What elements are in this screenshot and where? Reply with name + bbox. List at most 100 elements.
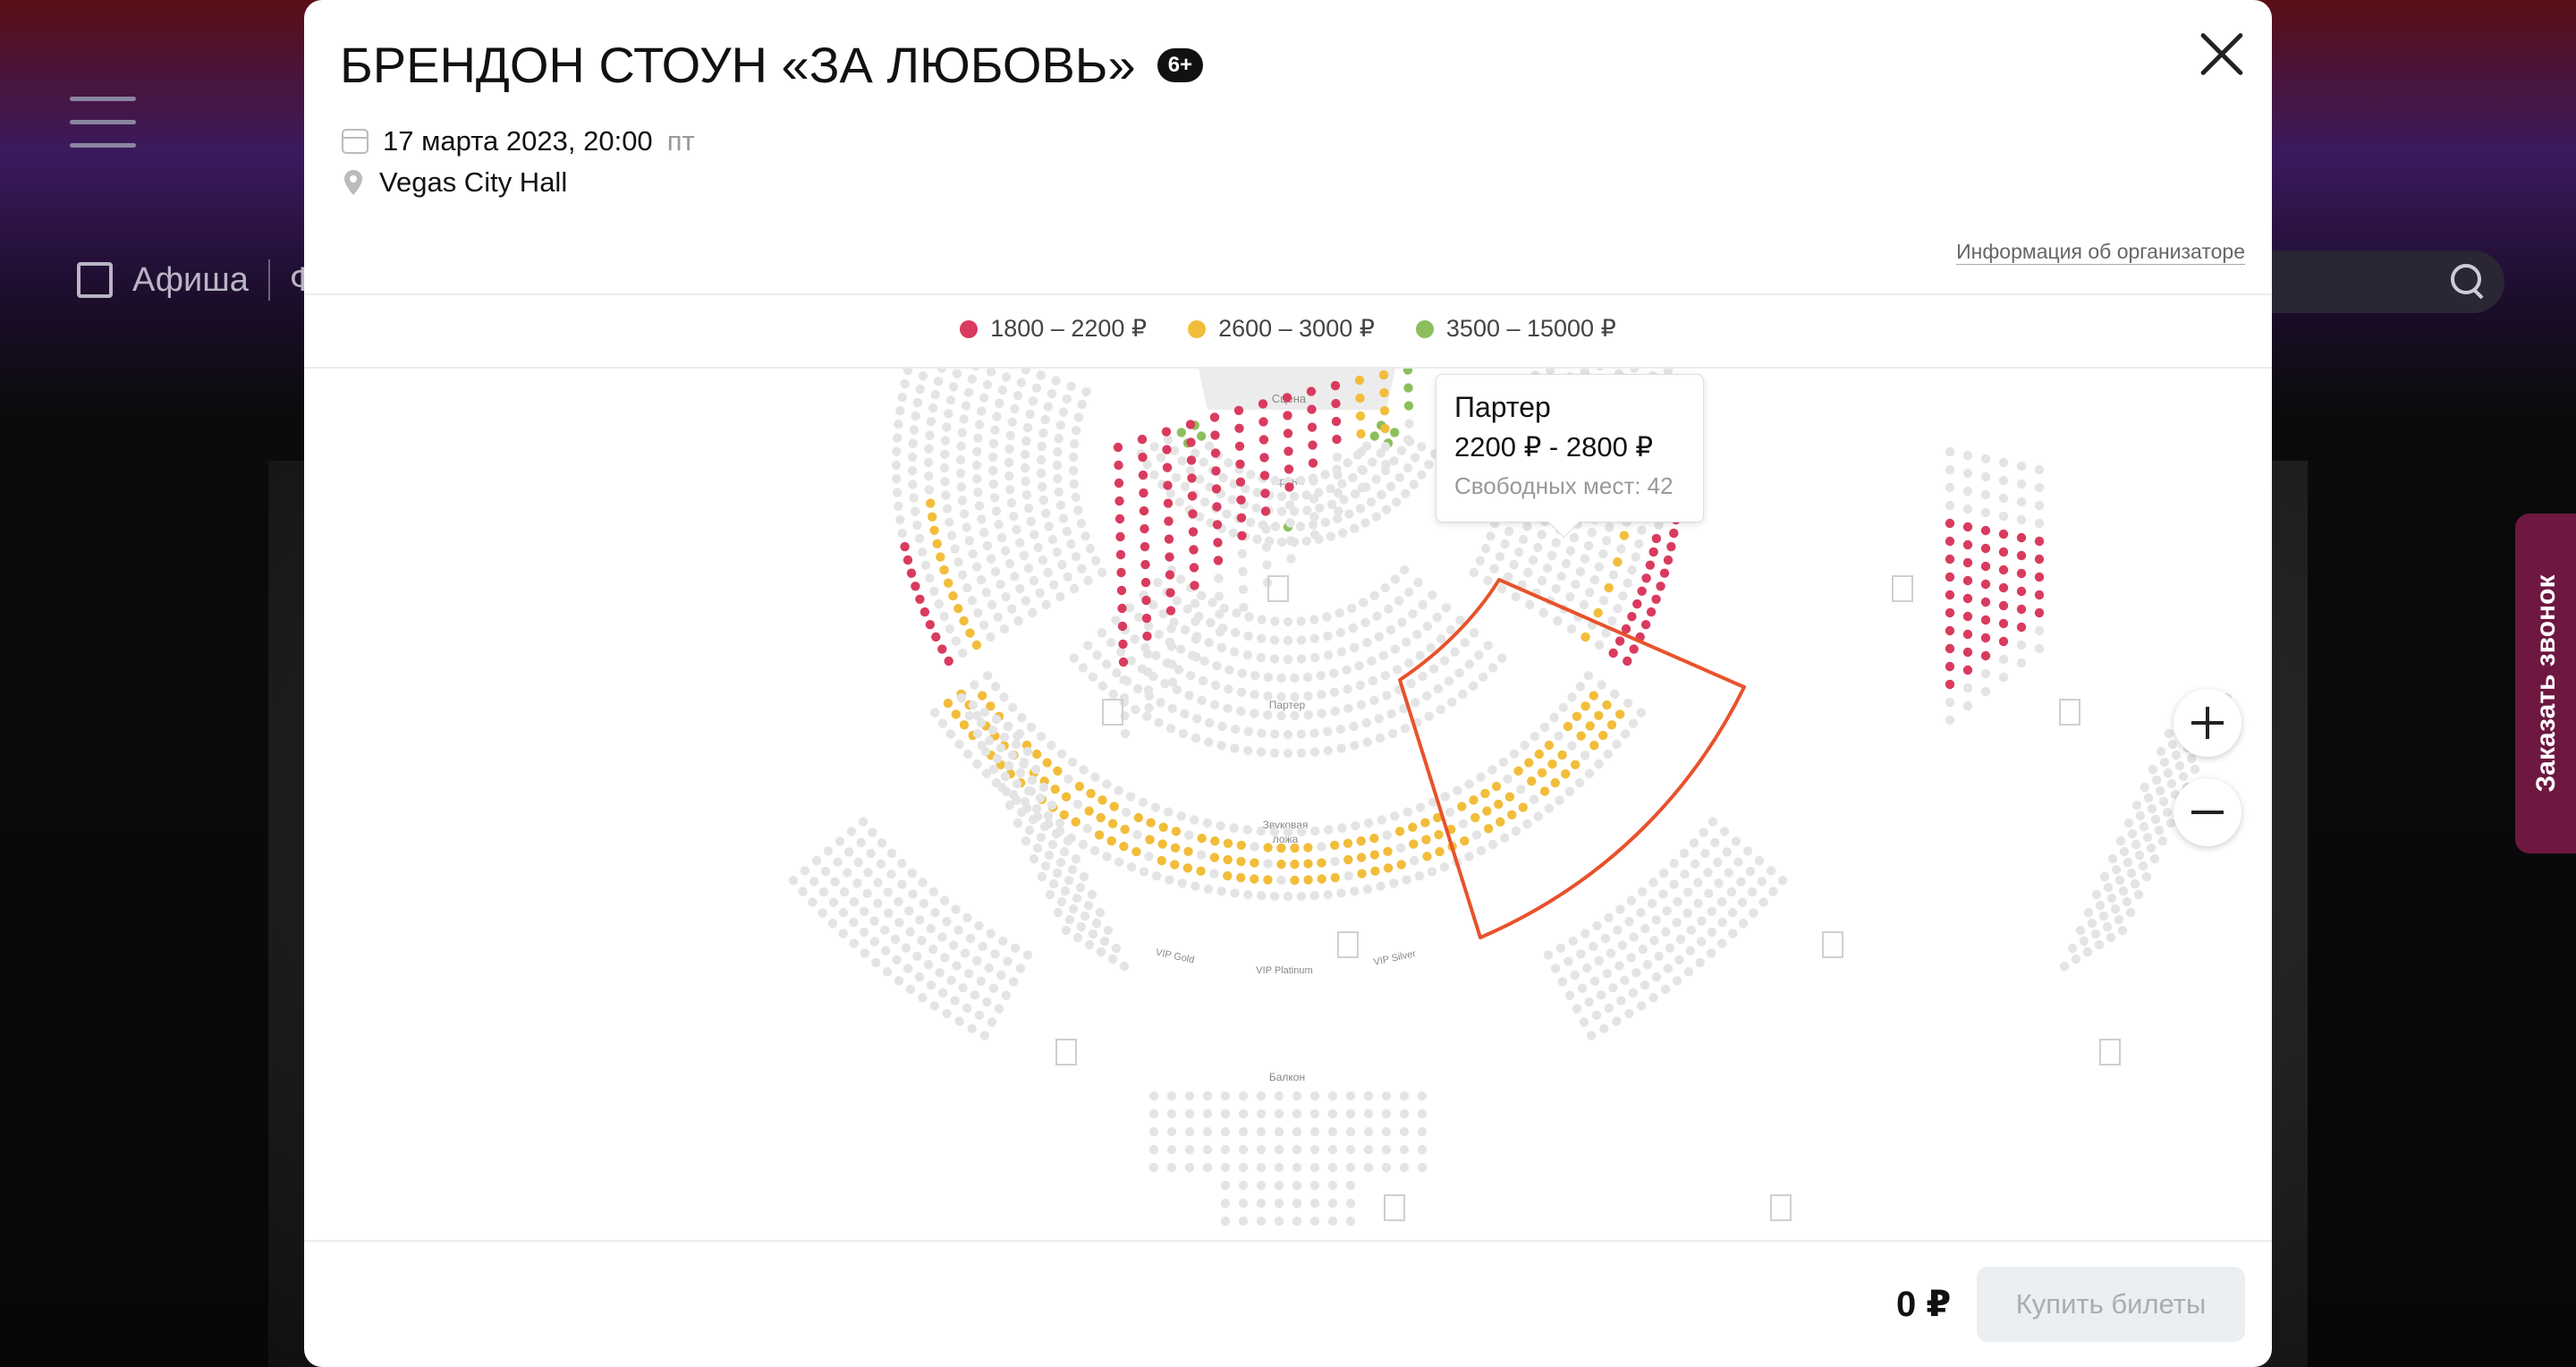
seat[interactable] bbox=[1276, 859, 1286, 870]
seat[interactable] bbox=[1962, 557, 1973, 568]
seat[interactable] bbox=[1140, 577, 1151, 588]
seat[interactable] bbox=[1114, 460, 1123, 471]
seat[interactable] bbox=[1547, 759, 1557, 769]
seat[interactable] bbox=[1059, 810, 1069, 819]
seat[interactable] bbox=[1164, 807, 1174, 817]
seat[interactable] bbox=[1980, 615, 1991, 625]
seat[interactable] bbox=[1489, 564, 1499, 573]
seat[interactable] bbox=[2151, 775, 2162, 785]
seat[interactable] bbox=[1062, 394, 1072, 404]
seat[interactable] bbox=[1189, 545, 1199, 555]
seat[interactable] bbox=[852, 879, 862, 888]
seat[interactable] bbox=[1202, 1108, 1213, 1119]
seat[interactable] bbox=[839, 887, 850, 897]
seat[interactable] bbox=[1464, 779, 1474, 789]
seat[interactable] bbox=[894, 918, 904, 928]
seat[interactable] bbox=[1021, 489, 1032, 500]
seat[interactable] bbox=[1013, 616, 1023, 626]
seat[interactable] bbox=[1390, 644, 1401, 654]
seat[interactable] bbox=[1276, 673, 1286, 684]
seat[interactable] bbox=[1166, 1126, 1177, 1137]
seat[interactable] bbox=[1139, 505, 1149, 516]
seat[interactable] bbox=[920, 560, 931, 570]
seat[interactable] bbox=[1026, 722, 1037, 732]
seat[interactable] bbox=[965, 933, 976, 944]
seat[interactable] bbox=[908, 480, 918, 489]
seat[interactable] bbox=[900, 541, 910, 552]
seat[interactable] bbox=[892, 433, 902, 443]
seat[interactable] bbox=[1166, 1144, 1177, 1155]
seat[interactable] bbox=[1469, 567, 1479, 578]
seat[interactable] bbox=[1236, 495, 1246, 505]
seat[interactable] bbox=[1347, 603, 1357, 614]
seat[interactable] bbox=[1186, 670, 1196, 681]
seat[interactable] bbox=[1250, 874, 1259, 884]
seat[interactable] bbox=[1707, 906, 1717, 916]
seat[interactable] bbox=[1460, 836, 1470, 846]
seat[interactable] bbox=[1177, 456, 1187, 466]
seat[interactable] bbox=[818, 887, 829, 897]
seat[interactable] bbox=[1484, 824, 1494, 834]
seat[interactable] bbox=[1206, 617, 1216, 628]
seat[interactable] bbox=[1383, 863, 1394, 873]
seat[interactable] bbox=[1706, 948, 1716, 958]
seat[interactable] bbox=[1330, 380, 1341, 391]
seat[interactable] bbox=[1980, 543, 1991, 554]
seat[interactable] bbox=[1707, 927, 1717, 938]
seat[interactable] bbox=[1114, 785, 1123, 795]
seat[interactable] bbox=[1435, 846, 1445, 857]
seat[interactable] bbox=[987, 465, 998, 476]
seat[interactable] bbox=[1195, 474, 1205, 484]
seat[interactable] bbox=[907, 465, 918, 476]
seat[interactable] bbox=[1745, 866, 1756, 877]
seat[interactable] bbox=[919, 607, 930, 617]
seat[interactable] bbox=[962, 582, 972, 593]
seat[interactable] bbox=[1572, 1004, 1582, 1014]
seat[interactable] bbox=[972, 759, 982, 769]
seat[interactable] bbox=[811, 856, 822, 866]
seat[interactable] bbox=[1031, 383, 1042, 393]
seat[interactable] bbox=[1184, 1126, 1195, 1137]
seat[interactable] bbox=[1094, 830, 1105, 840]
seat[interactable] bbox=[991, 506, 1002, 516]
seat[interactable] bbox=[1023, 503, 1034, 514]
seat[interactable] bbox=[2147, 803, 2157, 814]
seat[interactable] bbox=[1071, 426, 1081, 436]
seat[interactable] bbox=[1004, 471, 1014, 481]
seat[interactable] bbox=[960, 948, 970, 958]
seat[interactable] bbox=[1005, 430, 1015, 440]
seat[interactable] bbox=[1115, 549, 1126, 560]
seat[interactable] bbox=[1019, 757, 1030, 768]
organizer-info-link[interactable]: Информация об организаторе bbox=[1956, 240, 2245, 265]
seat[interactable] bbox=[1116, 647, 1126, 657]
seat[interactable] bbox=[1118, 657, 1129, 667]
seat[interactable] bbox=[1068, 904, 1079, 914]
seat[interactable] bbox=[1589, 741, 1599, 751]
seat[interactable] bbox=[1028, 607, 1038, 618]
seat[interactable] bbox=[1131, 846, 1141, 857]
seat[interactable] bbox=[1382, 505, 1392, 514]
seat[interactable] bbox=[1051, 376, 1061, 386]
seat[interactable] bbox=[1568, 936, 1578, 947]
seat[interactable] bbox=[1317, 842, 1326, 852]
seat[interactable] bbox=[895, 405, 905, 416]
seat[interactable] bbox=[1203, 884, 1214, 894]
seat[interactable] bbox=[1439, 656, 1450, 666]
seat[interactable] bbox=[1290, 843, 1300, 853]
seat[interactable] bbox=[1025, 409, 1035, 420]
seat[interactable] bbox=[1391, 497, 1402, 507]
seat[interactable] bbox=[1263, 672, 1274, 683]
seat[interactable] bbox=[1157, 855, 1166, 866]
seat[interactable] bbox=[950, 544, 960, 554]
seat[interactable] bbox=[1422, 852, 1432, 862]
seat[interactable] bbox=[1055, 420, 1066, 430]
seat[interactable] bbox=[2016, 640, 2027, 650]
seat[interactable] bbox=[1140, 559, 1150, 570]
seat[interactable] bbox=[1550, 777, 1561, 788]
seat[interactable] bbox=[1263, 709, 1273, 720]
seat[interactable] bbox=[1120, 728, 1131, 739]
seat[interactable] bbox=[1211, 484, 1222, 494]
seat[interactable] bbox=[1683, 967, 1694, 977]
seat[interactable] bbox=[1238, 1180, 1249, 1191]
seat[interactable] bbox=[798, 887, 808, 896]
